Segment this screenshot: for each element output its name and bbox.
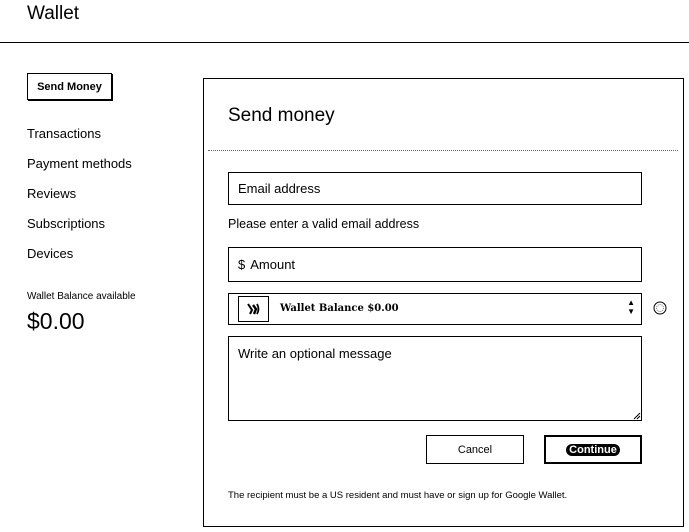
sidebar-item-reviews[interactable]: Reviews: [27, 186, 132, 216]
sidebar-item-subscriptions[interactable]: Subscriptions: [27, 216, 132, 246]
wallet-icon: [238, 296, 269, 322]
cancel-button[interactable]: Cancel: [426, 435, 524, 464]
updown-arrow-icon: ▲ ▼: [627, 298, 635, 316]
recipient-disclaimer: The recipient must be a US resident and …: [228, 490, 568, 501]
send-money-panel: Send money Email address Please enter a …: [203, 78, 684, 527]
email-placeholder: Email address: [238, 181, 321, 196]
currency-symbol: $: [238, 257, 246, 272]
funding-source-value: Wallet Balance $0.00: [280, 303, 399, 314]
wallet-balance-value: $0.00: [27, 308, 85, 334]
optional-message-textarea[interactable]: Write an optional message: [228, 336, 642, 421]
amount-field[interactable]: $ Amount: [228, 247, 642, 282]
funding-source-select[interactable]: Wallet Balance $0.00 ▲ ▼: [228, 293, 642, 325]
wallet-balance-label: Wallet Balance available: [27, 291, 136, 302]
sidebar-item-transactions[interactable]: Transactions: [27, 126, 132, 156]
info-icon[interactable]: [653, 301, 667, 315]
panel-divider: [208, 150, 678, 151]
header-divider: [0, 42, 689, 43]
amount-placeholder: Amount: [250, 257, 296, 272]
email-field[interactable]: Email address: [228, 172, 642, 205]
continue-label: Continue: [566, 443, 620, 456]
continue-button[interactable]: Continue: [544, 435, 642, 464]
sidebar-item-payment-methods[interactable]: Payment methods: [27, 156, 132, 186]
sidebar-item-devices[interactable]: Devices: [27, 246, 132, 276]
message-placeholder: Write an optional message: [238, 346, 392, 361]
send-money-button[interactable]: Send Money: [27, 73, 112, 100]
resize-handle-icon[interactable]: [632, 411, 641, 420]
panel-title: Send money: [228, 105, 335, 126]
email-error-message: Please enter a valid email address: [228, 217, 420, 231]
app-title: Wallet: [27, 3, 80, 24]
sidebar-nav: Transactions Payment methods Reviews Sub…: [27, 126, 132, 276]
